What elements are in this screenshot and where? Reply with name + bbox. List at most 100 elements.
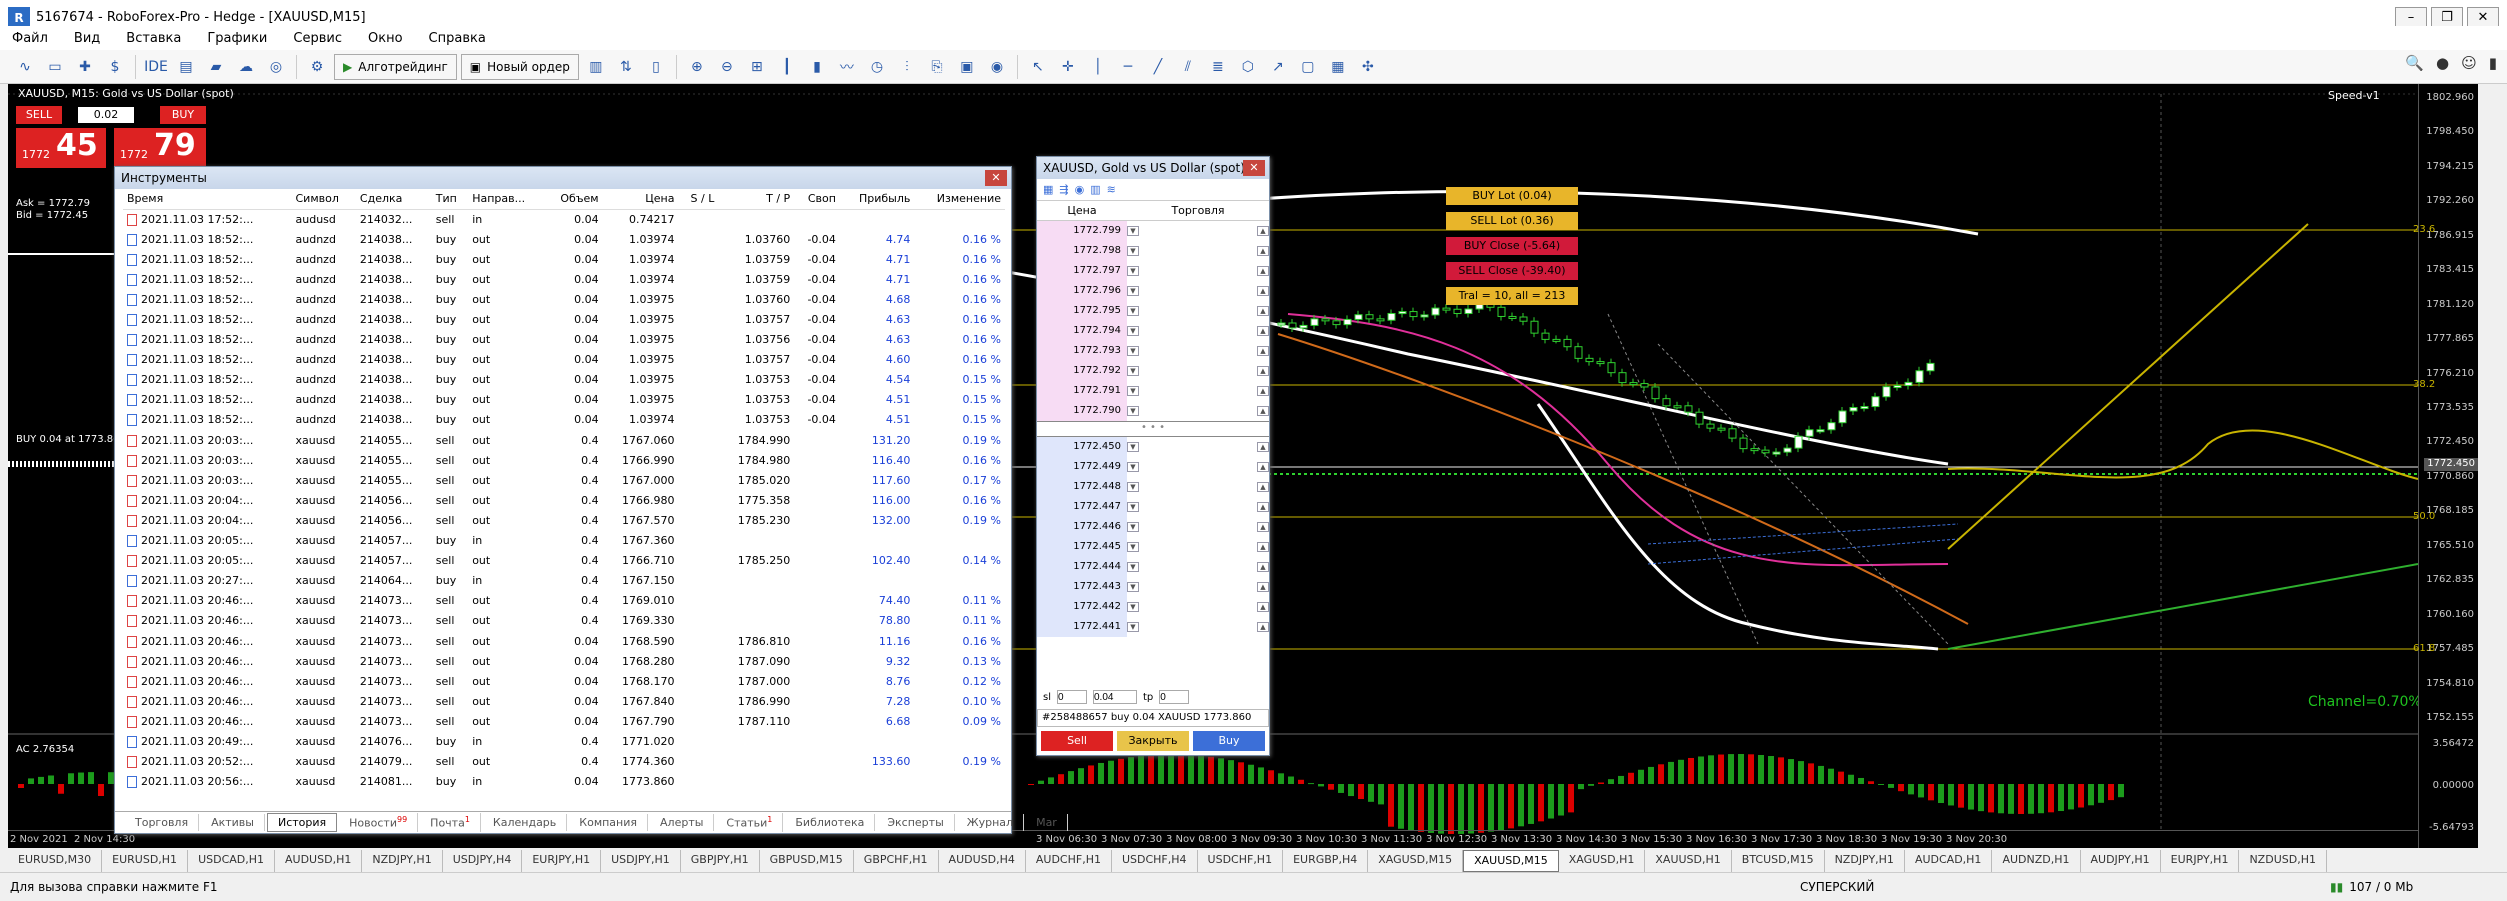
dom-close-button[interactable]: Закрыть — [1117, 731, 1189, 751]
dom-row[interactable]: 1772.794 ▼ ▲ — [1037, 321, 1269, 341]
dom-sell-button[interactable]: Sell — [1041, 731, 1113, 751]
chart-tab[interactable]: AUDCHF,H1 — [1026, 850, 1112, 872]
chart-tab[interactable]: AUDNZD,H1 — [1992, 850, 2081, 872]
grid-icon[interactable]: ⊞ — [744, 54, 770, 80]
menu-window[interactable]: Окно — [368, 31, 403, 46]
dom-grid-icon[interactable]: ▦ — [1043, 183, 1053, 196]
tab-7[interactable]: Алерты — [650, 814, 715, 831]
dom-row[interactable]: 1772.792 ▼ ▲ — [1037, 361, 1269, 381]
menu-charts[interactable]: Графики — [207, 31, 267, 46]
table-row[interactable]: 2021.11.03 20:49:... xauusd 214076... buy in… — [123, 731, 1005, 751]
chevron-down-icon[interactable]: ▼ — [1127, 462, 1139, 472]
chart-tab[interactable]: GBPUSD,M15 — [760, 850, 854, 872]
dom-row[interactable]: 1772.446 ▼ ▲ — [1037, 517, 1269, 537]
chart-tab[interactable]: NZDUSD,H1 — [2239, 850, 2327, 872]
table-row[interactable]: 2021.11.03 20:03:... xauusd 214055... sell o… — [123, 470, 1005, 490]
table-row[interactable]: 2021.11.03 18:52:... audnzd 214038... buy ou… — [123, 269, 1005, 289]
crosshair-icon[interactable]: ✛ — [1055, 54, 1081, 80]
sell-lot-button[interactable]: SELL Lot (0.36) — [1446, 212, 1578, 230]
table-row[interactable]: 2021.11.03 18:52:... audnzd 214038... buy ou… — [123, 249, 1005, 269]
chart-tab[interactable]: XAGUSD,H1 — [1559, 850, 1646, 872]
history-header-5[interactable]: Объем — [544, 189, 603, 210]
chevron-down-icon[interactable]: ▼ — [1127, 582, 1139, 592]
dom-row[interactable]: 1772.795 ▼ ▲ — [1037, 301, 1269, 321]
history-header-3[interactable]: Тип — [431, 189, 469, 210]
chevron-down-icon[interactable]: ▼ — [1127, 602, 1139, 612]
channel-icon[interactable]: ⫽ — [1175, 54, 1201, 80]
chart-tab[interactable]: GBPJPY,H1 — [681, 850, 760, 872]
periods-icon[interactable]: ◷ — [864, 54, 890, 80]
fibonacci-icon[interactable]: ≣ — [1205, 54, 1231, 80]
shapes-icon[interactable]: ⬡ — [1235, 54, 1261, 80]
chart-tab[interactable]: EURUSD,H1 — [102, 850, 189, 872]
table-row[interactable]: 2021.11.03 20:46:... xauusd 214073... sell o… — [123, 611, 1005, 631]
chevron-down-icon[interactable]: ▼ — [1127, 366, 1139, 376]
menu-insert[interactable]: Вставка — [126, 31, 181, 46]
chart-tab[interactable]: EURJPY,H1 — [2161, 850, 2240, 872]
position-select[interactable]: #258488657 buy 0.04 XAUUSD 1773.860 — [1037, 709, 1269, 727]
chart-type-icon[interactable]: ∿ — [12, 54, 38, 80]
cursor-icon[interactable]: ↖ — [1025, 54, 1051, 80]
tab-0[interactable]: Торговля — [125, 814, 200, 831]
notifications-icon[interactable]: ● — [2436, 54, 2449, 72]
table-row[interactable]: 2021.11.03 20:46:... xauusd 214073... sell o… — [123, 631, 1005, 651]
more-icon[interactable]: ✣ — [1355, 54, 1381, 80]
table-row[interactable]: 2021.11.03 18:52:... audnzd 214038... buy ou… — [123, 390, 1005, 410]
dom-expand-icon[interactable]: ⇶ — [1059, 183, 1068, 196]
tab-6[interactable]: Компания — [569, 814, 649, 831]
history-header-7[interactable]: S / L — [678, 189, 719, 210]
chart-tab[interactable]: USDCHF,H4 — [1112, 850, 1198, 872]
chart-tab[interactable]: AUDCAD,H1 — [1905, 850, 1993, 872]
chevron-up-icon[interactable]: ▲ — [1257, 246, 1269, 256]
chevron-up-icon[interactable]: ▲ — [1257, 542, 1269, 552]
table-row[interactable]: 2021.11.03 20:46:... xauusd 214073... sell o… — [123, 691, 1005, 711]
chevron-down-icon[interactable]: ▼ — [1127, 266, 1139, 276]
chevron-up-icon[interactable]: ▲ — [1257, 286, 1269, 296]
chevron-up-icon[interactable]: ▲ — [1257, 622, 1269, 632]
sl-input[interactable] — [1057, 690, 1087, 704]
sell-price-box[interactable]: 1772 45 — [16, 128, 106, 168]
chevron-up-icon[interactable]: ▲ — [1257, 386, 1269, 396]
history-header-10[interactable]: Прибыль — [839, 189, 915, 210]
dom-row[interactable]: 1772.799 ▼ ▲ — [1037, 221, 1269, 241]
signals-icon[interactable]: ◎ — [263, 54, 289, 80]
line-icon[interactable]: 〰 — [834, 54, 860, 80]
table-row[interactable]: 2021.11.03 20:46:... xauusd 214073... sell o… — [123, 671, 1005, 691]
zoom-in-icon[interactable]: ⊕ — [684, 54, 710, 80]
screenshot-icon[interactable]: ▣ — [954, 54, 980, 80]
new-order-button[interactable]: ▣ Новый ордер — [460, 53, 579, 80]
chart-tab[interactable]: XAUUSD,M15 — [1463, 850, 1559, 872]
chevron-up-icon[interactable]: ▲ — [1257, 522, 1269, 532]
menu-tools[interactable]: Сервис — [293, 31, 342, 46]
tab-10[interactable]: Эксперты — [877, 814, 955, 831]
vertical-line-icon[interactable]: │ — [1085, 54, 1111, 80]
chevron-up-icon[interactable]: ▲ — [1257, 366, 1269, 376]
tab-8[interactable]: Статьи1 — [716, 813, 784, 832]
chevron-down-icon[interactable]: ▼ — [1127, 522, 1139, 532]
chart-tab[interactable]: EURJPY,H1 — [522, 850, 602, 872]
tab-4[interactable]: Почта1 — [420, 813, 481, 832]
chevron-up-icon[interactable]: ▲ — [1257, 406, 1269, 416]
folder-icon[interactable]: ▰ — [203, 54, 229, 80]
chevron-down-icon[interactable]: ▼ — [1127, 562, 1139, 572]
instruments-titlebar[interactable]: Инструменты ✕ — [115, 167, 1011, 189]
add-chart-icon[interactable]: ✚ — [72, 54, 98, 80]
history-header-2[interactable]: Сделка — [355, 189, 432, 210]
one-click-buy-button[interactable]: BUY — [160, 106, 206, 124]
bars-icon[interactable]: ┃ — [774, 54, 800, 80]
chart-tab[interactable]: USDJPY,H1 — [601, 850, 681, 872]
chevron-up-icon[interactable]: ▲ — [1257, 482, 1269, 492]
dom-row[interactable]: 1772.447 ▼ ▲ — [1037, 497, 1269, 517]
dom-row[interactable]: 1772.791 ▼ ▲ — [1037, 381, 1269, 401]
one-click-volume-input[interactable]: 0.02 — [78, 107, 134, 123]
trade-icon[interactable]: ⇅ — [613, 54, 639, 80]
table-row[interactable]: 2021.11.03 18:52:... audnzd 214038... buy ou… — [123, 410, 1005, 430]
table-row[interactable]: 2021.11.03 20:03:... xauusd 214055... sell o… — [123, 430, 1005, 450]
objects-icon[interactable]: ▦ — [1325, 54, 1351, 80]
chevron-up-icon[interactable]: ▲ — [1257, 442, 1269, 452]
tab-12[interactable]: Mar — [1026, 814, 1068, 831]
depth-of-market-icon[interactable]: ▥ — [583, 54, 609, 80]
chevron-down-icon[interactable]: ▼ — [1127, 306, 1139, 316]
chevron-down-icon[interactable]: ▼ — [1127, 622, 1139, 632]
dom-row[interactable]: 1772.450 ▼ ▲ — [1037, 437, 1269, 457]
